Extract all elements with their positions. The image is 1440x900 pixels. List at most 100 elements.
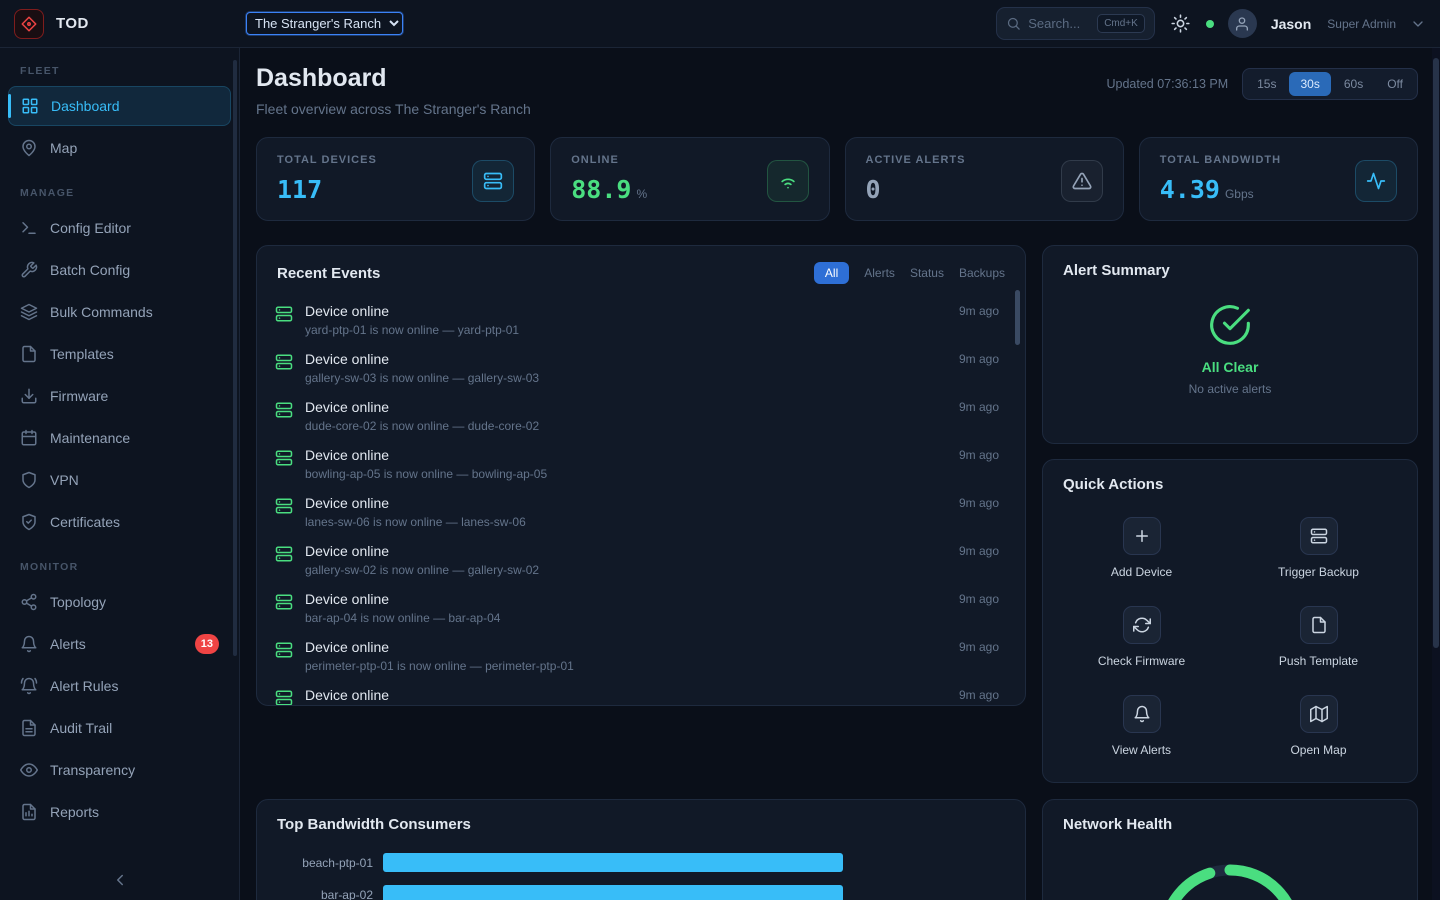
dashboard-grid-icon [21, 97, 39, 115]
bandwidth-bar [383, 853, 843, 872]
bar-label: bar-ap-02 [263, 888, 373, 900]
stat-total-devices: TOTAL DEVICES 117 [256, 137, 535, 221]
warning-triangle-icon [1061, 160, 1103, 202]
sidebar-item-audit-trail[interactable]: Audit Trail [8, 708, 231, 748]
shield-icon [20, 471, 38, 489]
event-title: Device online [305, 639, 947, 655]
event-row[interactable]: Device online bar-ap-04 is now online — … [275, 584, 999, 632]
sidebar-item-dashboard[interactable]: Dashboard [8, 86, 231, 126]
quick-actions-grid: Add Device Trigger Backup Check Firmware… [1043, 517, 1417, 757]
event-title: Device online [305, 687, 947, 703]
event-detail: yard-ptp-01 is now online — yard-ptp-01 [305, 323, 947, 337]
bandwidth-bar [383, 885, 843, 900]
event-detail: perimeter-ptp-01 is now online — perimet… [305, 659, 947, 673]
check-firmware-button[interactable]: Check Firmware [1053, 606, 1230, 668]
user-role: Super Admin [1327, 17, 1396, 31]
connection-status-dot [1206, 20, 1214, 28]
event-row[interactable]: Device online bowling-ap-05 is now onlin… [275, 440, 999, 488]
events-scrollbar[interactable] [1015, 290, 1020, 345]
search-shortcut-badge: Cmd+K [1097, 14, 1145, 33]
event-detail: dude-core-02 is now online — dude-core-0… [305, 419, 947, 433]
brand: TOD [14, 9, 246, 39]
network-icon [20, 593, 38, 611]
sidebar-scrollbar[interactable] [233, 60, 237, 656]
server-icon [275, 545, 293, 563]
events-tab-status[interactable]: Status [910, 262, 944, 284]
event-detail: lanes-sw-06 is now online — lanes-sw-06 [305, 515, 947, 529]
sidebar-item-batch-config[interactable]: Batch Config [8, 250, 231, 290]
sidebar-item-templates[interactable]: Templates [8, 334, 231, 374]
sidebar-item-transparency[interactable]: Transparency [8, 750, 231, 790]
push-template-button[interactable]: Push Template [1230, 606, 1407, 668]
refresh-option-off[interactable]: Off [1376, 72, 1414, 96]
sidebar-item-config-editor[interactable]: Config Editor [8, 208, 231, 248]
sidebar-item-bulk-commands[interactable]: Bulk Commands [8, 292, 231, 332]
alert-summary-card: Alert Summary All Clear No active alerts [1042, 245, 1418, 444]
shield-check-icon [20, 513, 38, 531]
refresh-option-15s[interactable]: 15s [1246, 72, 1287, 96]
plus-icon [1123, 517, 1161, 555]
event-time: 9m ago [959, 304, 999, 318]
quick-actions-title: Quick Actions [1063, 476, 1163, 493]
event-row[interactable]: Device online 9m ago [275, 680, 999, 705]
user-avatar[interactable] [1228, 9, 1257, 38]
server-icon [1300, 517, 1338, 555]
event-detail: gallery-sw-02 is now online — gallery-sw… [305, 563, 947, 577]
sidebar-section-monitor: MONITOR [0, 544, 239, 580]
top-bandwidth-card: Top Bandwidth Consumers beach-ptp-01 bar… [256, 799, 1026, 900]
view-alerts-button[interactable]: View Alerts [1053, 695, 1230, 757]
topbar: TOD The Stranger's Ranch Cmd+K Jason Sup… [0, 0, 1440, 48]
events-tab-backups[interactable]: Backups [959, 262, 1005, 284]
refresh-option-30s[interactable]: 30s [1289, 72, 1330, 96]
event-title: Device online [305, 495, 947, 511]
wrench-icon [20, 261, 38, 279]
refresh-icon [1123, 606, 1161, 644]
page-scrollbar[interactable] [1432, 48, 1440, 900]
event-row[interactable]: Device online dude-core-02 is now online… [275, 392, 999, 440]
sidebar-item-firmware[interactable]: Firmware [8, 376, 231, 416]
sidebar: FLEET Dashboard Map MANAGE Config Editor… [0, 48, 240, 900]
alert-summary-detail: No active alerts [1189, 382, 1272, 396]
event-row[interactable]: Device online lanes-sw-06 is now online … [275, 488, 999, 536]
stat-cards-row: TOTAL DEVICES 117 ONLINE 88.9% ACTIVE AL… [256, 137, 1418, 221]
sidebar-item-vpn[interactable]: VPN [8, 460, 231, 500]
refresh-interval-control: 15s 30s 60s Off [1242, 68, 1418, 100]
activity-icon [1355, 160, 1397, 202]
server-icon [275, 497, 293, 515]
site-selector[interactable]: The Stranger's Ranch [246, 12, 403, 35]
event-time: 9m ago [959, 400, 999, 414]
stat-active-alerts: ACTIVE ALERTS 0 [845, 137, 1124, 221]
events-tab-alerts[interactable]: Alerts [864, 262, 895, 284]
sidebar-item-reports[interactable]: Reports [8, 792, 231, 832]
event-row[interactable]: Device online gallery-sw-03 is now onlin… [275, 344, 999, 392]
sidebar-section-fleet: FLEET [0, 48, 239, 84]
refresh-option-60s[interactable]: 60s [1333, 72, 1374, 96]
events-tab-all[interactable]: All [814, 262, 849, 284]
theme-toggle-sun-icon[interactable] [1169, 12, 1192, 35]
sidebar-item-maintenance[interactable]: Maintenance [8, 418, 231, 458]
event-row[interactable]: Device online perimeter-ptp-01 is now on… [275, 632, 999, 680]
trigger-backup-button[interactable]: Trigger Backup [1230, 517, 1407, 579]
event-title: Device online [305, 447, 947, 463]
sidebar-item-alerts[interactable]: Alerts 13 [8, 624, 231, 664]
last-updated-text: Updated 07:36:13 PM [1107, 77, 1229, 91]
map-pin-icon [20, 139, 38, 157]
search-input[interactable] [1028, 16, 1090, 31]
user-menu-chevron-down-icon[interactable] [1410, 16, 1426, 32]
sidebar-collapse-button[interactable] [0, 860, 239, 900]
open-map-button[interactable]: Open Map [1230, 695, 1407, 757]
add-device-button[interactable]: Add Device [1053, 517, 1230, 579]
sidebar-item-map[interactable]: Map [8, 128, 231, 168]
bell-ring-icon [20, 677, 38, 695]
sidebar-item-topology[interactable]: Topology [8, 582, 231, 622]
quick-actions-card: Quick Actions Add Device Trigger Backup … [1042, 459, 1418, 783]
bandwidth-row: bar-ap-02 [263, 885, 1005, 900]
event-row[interactable]: Device online gallery-sw-02 is now onlin… [275, 536, 999, 584]
sidebar-item-alert-rules[interactable]: Alert Rules [8, 666, 231, 706]
event-row[interactable]: Device online yard-ptp-01 is now online … [275, 296, 999, 344]
sidebar-item-certificates[interactable]: Certificates [8, 502, 231, 542]
report-icon [20, 803, 38, 821]
recent-events-card: Recent Events All Alerts Status Backups … [256, 245, 1026, 706]
main-content: Dashboard Fleet overview across The Stra… [240, 48, 1440, 900]
search-box[interactable]: Cmd+K [996, 7, 1155, 40]
